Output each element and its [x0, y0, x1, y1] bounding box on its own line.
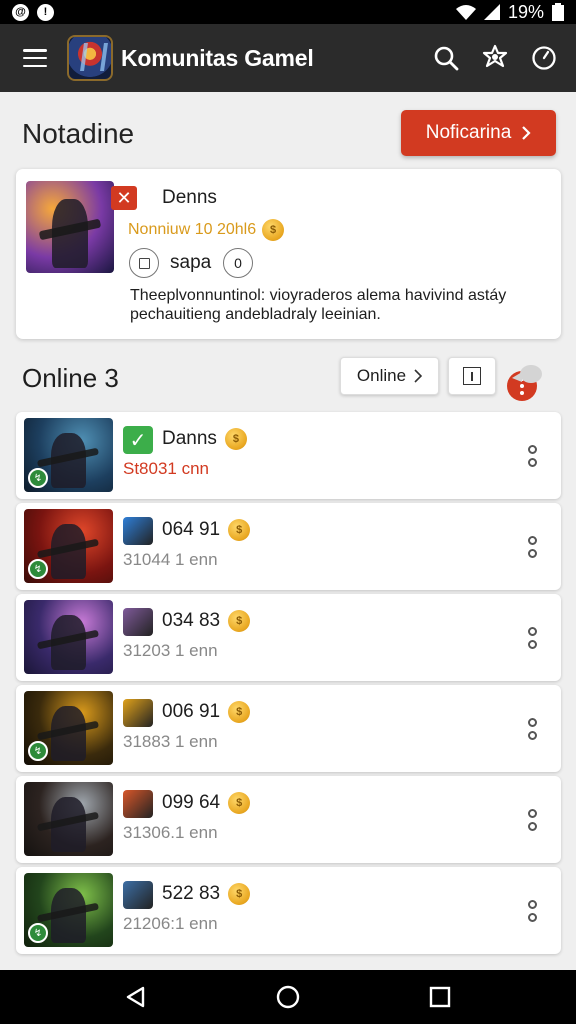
- more-options-icon[interactable]: [525, 627, 539, 649]
- featured-subtitle-text: Nonniuw 10 20hl6: [128, 221, 257, 238]
- coin-icon: $: [228, 883, 251, 905]
- player-avatar: [24, 782, 113, 856]
- battery-icon: [552, 3, 564, 21]
- coin-icon: $: [224, 428, 247, 450]
- player-avatar: ↯: [24, 509, 113, 583]
- chevron-right-icon: [414, 369, 423, 383]
- clock-icon[interactable]: [529, 44, 558, 73]
- player-name-row: 064 91 $: [162, 519, 251, 541]
- player-name: 006 91: [162, 701, 221, 722]
- tactic-game-icon: [123, 881, 153, 909]
- player-name-row: Danns $: [162, 428, 247, 450]
- player-avatar: ↯: [24, 691, 113, 765]
- menu-icon[interactable]: [23, 49, 47, 67]
- coin-icon: $: [228, 701, 251, 723]
- chevron-right-icon: [522, 126, 531, 140]
- chip-count[interactable]: 0: [223, 248, 253, 278]
- home-icon[interactable]: [268, 977, 308, 1017]
- player-name: 064 91: [162, 519, 221, 540]
- list-item[interactable]: 099 64 $ 31306.1 enn: [16, 776, 561, 863]
- player-subtitle: St8031 cnn: [123, 459, 210, 478]
- more-options-icon[interactable]: [525, 536, 539, 558]
- online-status-icon: ↯: [28, 559, 48, 579]
- square-chip-icon[interactable]: [129, 248, 159, 278]
- featured-description: Theeplvonnuntinol: vioyraderos alema hav…: [130, 287, 507, 323]
- more-options-icon[interactable]: [525, 900, 539, 922]
- player-avatar: [24, 600, 113, 674]
- player-name: 034 83: [162, 610, 221, 631]
- recents-icon[interactable]: [420, 977, 460, 1017]
- blue-game-icon: [123, 517, 153, 545]
- online-status-icon: ↯: [28, 741, 48, 761]
- player-list: ↯ ✓ Danns $ St8031 cnn ↯ 064 91 $ 31044 …: [16, 412, 561, 958]
- back-icon[interactable]: [116, 977, 156, 1017]
- online-status-icon: ↯: [28, 923, 48, 943]
- online-title: Online 3: [22, 363, 119, 393]
- notification-icon: @: [12, 3, 29, 21]
- player-name-row: 522 83 $: [162, 883, 251, 905]
- notifications-button-label: Noficarina: [425, 122, 512, 143]
- battery-text: 19%: [507, 1, 544, 22]
- player-subtitle: 31883 1 enn: [123, 732, 218, 751]
- app-logo: [67, 35, 113, 81]
- alert-icon: !: [37, 3, 54, 21]
- player-name-row: 034 83 $: [162, 610, 251, 632]
- fire-game-icon: [123, 790, 153, 818]
- more-options-icon[interactable]: [525, 718, 539, 740]
- list-item[interactable]: ↯ 006 91 $ 31883 1 enn: [16, 685, 561, 772]
- status-bar: @ ! 19%: [0, 0, 576, 24]
- featured-name: Denns: [162, 187, 217, 208]
- rank-badge-icon: ✕: [111, 186, 137, 210]
- settings-star-icon[interactable]: [480, 44, 509, 73]
- notifications-button[interactable]: Noficarina: [401, 110, 556, 156]
- coin-icon: $: [228, 792, 251, 814]
- more-options-icon[interactable]: [525, 445, 539, 467]
- player-name-row: 099 64 $: [162, 792, 251, 814]
- player-name: 522 83: [162, 883, 221, 904]
- page-title: Notadine: [22, 118, 135, 149]
- view-toggle-button[interactable]: [448, 357, 496, 395]
- coin-icon: $: [228, 610, 251, 632]
- player-subtitle: 21206:1 enn: [123, 914, 218, 933]
- coin-icon: $: [262, 219, 285, 241]
- player-subtitle: 31044 1 enn: [123, 550, 218, 569]
- app-title: Komunitas Gamel: [121, 44, 314, 71]
- online-filter-button[interactable]: Online: [340, 357, 439, 395]
- player-name-row: 006 91 $: [162, 701, 251, 723]
- gold-game-icon: [123, 699, 153, 727]
- coin-icon: $: [228, 519, 251, 541]
- system-nav-bar: [0, 970, 576, 1024]
- player-subtitle: 31306.1 enn: [123, 823, 218, 842]
- view-toggle-icon: [463, 367, 481, 385]
- online-status-icon: ↯: [28, 468, 48, 488]
- player-avatar: ↯: [24, 873, 113, 947]
- player-avatar: ↯: [24, 418, 113, 492]
- signal-icon: [483, 4, 500, 20]
- player-subtitle: 31203 1 enn: [123, 641, 218, 660]
- wifi-icon: [455, 5, 476, 20]
- more-options-icon[interactable]: [525, 809, 539, 831]
- player-name: 099 64: [162, 792, 221, 813]
- featured-avatar: [26, 181, 114, 273]
- featured-subtitle: Nonniuw 10 20hl6 $: [128, 219, 285, 241]
- check-icon: ✓: [123, 426, 153, 454]
- list-item[interactable]: ↯ 522 83 $ 21206:1 enn: [16, 867, 561, 954]
- app-bar: Komunitas Gamel: [0, 24, 576, 92]
- hero-game-icon: [123, 608, 153, 636]
- player-name: Danns: [162, 428, 217, 449]
- list-item[interactable]: ↯ 064 91 $ 31044 1 enn: [16, 503, 561, 590]
- list-item[interactable]: 034 83 $ 31203 1 enn: [16, 594, 561, 681]
- chip-label: sapa: [170, 252, 212, 273]
- chat-bubble-icon[interactable]: [510, 362, 544, 390]
- online-filter-label: Online: [356, 366, 407, 385]
- list-item[interactable]: ↯ ✓ Danns $ St8031 cnn: [16, 412, 561, 499]
- search-icon[interactable]: [431, 44, 460, 73]
